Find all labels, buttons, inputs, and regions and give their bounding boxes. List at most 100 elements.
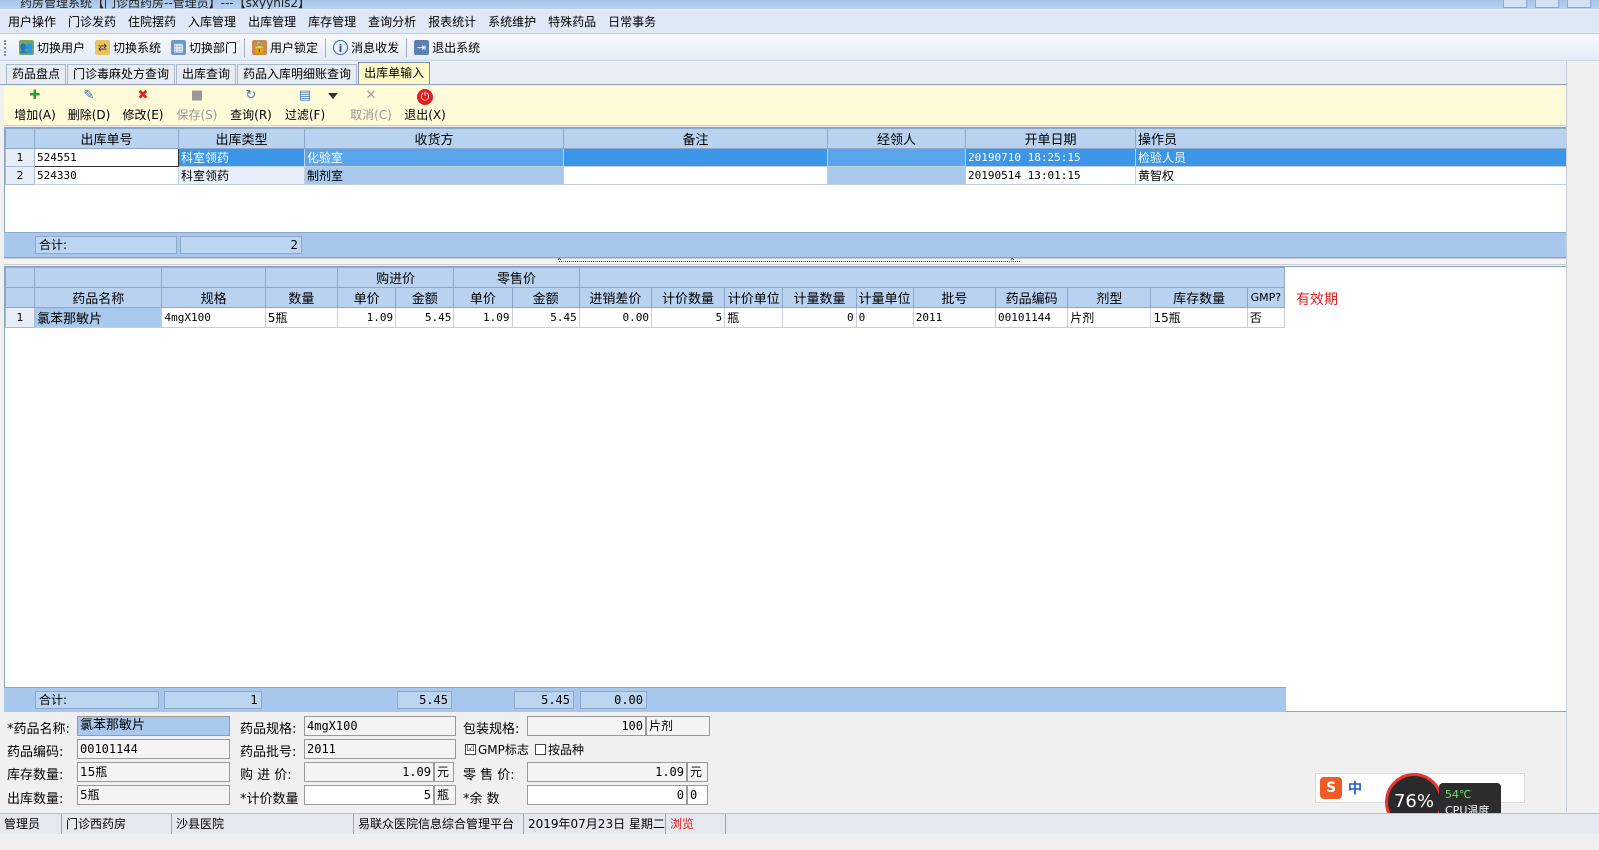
collapse-up-icon[interactable]: ⌃ <box>556 258 563 266</box>
cell-order-no[interactable]: 524330 <box>34 166 179 185</box>
cell-order-no[interactable]: 524551 <box>34 148 179 167</box>
cell-stock-qty[interactable]: 15瓶 <box>1150 307 1248 328</box>
cell-dosage-form[interactable]: 片剂 <box>1067 307 1152 328</box>
col-header-spec[interactable]: 规格 <box>161 287 266 308</box>
col-header-price-qty[interactable]: 计价数量 <box>650 287 726 308</box>
col-header-price-diff[interactable]: 进销差价 <box>578 287 652 308</box>
cell-handler[interactable] <box>827 166 966 185</box>
retail-price-field[interactable]: 1.09 <box>527 762 687 782</box>
filter-button[interactable]: ▤ 过滤(F) <box>278 87 332 123</box>
cell-measure-unit[interactable]: 0 <box>855 307 914 328</box>
switch-department-button[interactable]: ▦ 切换部门 <box>166 39 242 56</box>
col-header-quantity[interactable]: 数量 <box>264 287 338 308</box>
table-row[interactable]: 2 524330 科室领药 制剂室 20190514 13:01:15 黄智权 <box>5 166 1567 185</box>
menu-outpatient-dispense[interactable]: 门诊发药 <box>62 10 122 34</box>
cancel-button[interactable]: ✕ 取消(C) <box>344 87 398 123</box>
drug-name-field[interactable]: 氯苯那敏片 <box>77 716 230 736</box>
toolbar-grip[interactable] <box>4 39 8 56</box>
col-header-dosage-form[interactable]: 剂型 <box>1067 287 1152 308</box>
cell-remark[interactable] <box>563 166 828 185</box>
col-header-purchase-price[interactable]: 单价 <box>336 287 397 308</box>
switch-user-button[interactable]: 👥 切换用户 <box>14 39 90 56</box>
gmp-checkbox[interactable]: ☑ GMP标志 <box>465 741 529 758</box>
cell-retail-amount[interactable]: 5.45 <box>511 307 580 328</box>
cell-price-qty[interactable]: 5 <box>650 307 726 328</box>
cell-out-type[interactable]: 科室领药 <box>178 148 305 167</box>
menu-inpatient-dispense[interactable]: 住院摆药 <box>122 10 182 34</box>
tab-drug-inventory-check[interactable]: 药品盘点 <box>6 64 67 84</box>
menu-special-drugs[interactable]: 特殊药品 <box>542 10 602 34</box>
pack-qty-field[interactable]: 100 <box>527 716 646 736</box>
cell-measure-qty[interactable]: 0 <box>782 307 857 328</box>
menu-stock-out[interactable]: 出库管理 <box>242 10 302 34</box>
edit-button[interactable]: ✖ 修改(E) <box>116 87 170 123</box>
maximize-button[interactable] <box>1535 0 1559 8</box>
menu-daily[interactable]: 日常事务 <box>602 10 662 34</box>
price-qty-field[interactable]: 5 <box>304 785 434 805</box>
col-header-batch[interactable]: 批号 <box>912 287 996 308</box>
batch-field[interactable]: 2011 <box>304 739 456 759</box>
exit-system-button[interactable]: ⇥ 退出系统 <box>409 39 485 56</box>
delete-button[interactable]: ✎ 删除(D) <box>62 87 116 123</box>
col-header-out-type[interactable]: 出库类型 <box>178 128 305 149</box>
cell-quantity[interactable]: 5瓶 <box>264 307 338 328</box>
col-header-drug-name[interactable]: 药品名称 <box>34 287 163 308</box>
ime-mode-label[interactable]: 中 <box>1348 778 1362 798</box>
col-header-retail-amount[interactable]: 金额 <box>511 287 580 308</box>
col-header-gmp[interactable]: GMP? <box>1246 287 1286 308</box>
by-variety-checkbox[interactable]: 按品种 <box>535 741 584 758</box>
col-header-order-no[interactable]: 出库单号 <box>34 128 179 149</box>
tab-stock-out-entry[interactable]: 出库单输入 <box>358 62 431 84</box>
purchase-price-field[interactable]: 1.09 <box>304 762 434 782</box>
col-header-drug-code[interactable]: 药品编码 <box>994 287 1069 308</box>
col-header-measure-qty[interactable]: 计量数量 <box>782 287 857 308</box>
col-header-handler[interactable]: 经领人 <box>827 128 966 149</box>
add-button[interactable]: ✚ 增加(A) <box>8 87 62 123</box>
menu-stock-in[interactable]: 入库管理 <box>182 10 242 34</box>
cell-handler[interactable] <box>827 148 966 167</box>
minimize-button[interactable] <box>1503 0 1527 8</box>
col-header-price-unit[interactable]: 计价单位 <box>724 287 784 308</box>
tab-stock-in-ledger-query[interactable]: 药品入库明细账查询 <box>237 64 358 84</box>
menu-inventory[interactable]: 库存管理 <box>302 10 362 34</box>
cell-spec[interactable]: 4mgX100 <box>161 307 266 328</box>
cell-operator[interactable]: 检验人员 <box>1135 148 1567 167</box>
col-header-stock-qty[interactable]: 库存数量 <box>1150 287 1248 308</box>
cell-receiver[interactable]: 制剂室 <box>304 166 564 185</box>
drug-code-field[interactable]: 00101144 <box>77 739 230 759</box>
col-header-open-date[interactable]: 开单日期 <box>965 128 1136 149</box>
cell-batch[interactable]: 2011 <box>912 307 996 328</box>
messages-button[interactable]: i 消息收发 <box>328 39 404 56</box>
table-row[interactable]: 1 524551 科室领药 化验室 20190710 18:25:15 检验人员 <box>5 148 1567 167</box>
col-header-operator[interactable]: 操作员 <box>1135 128 1567 149</box>
close-button[interactable] <box>1567 0 1591 8</box>
stock-qty-field[interactable]: 15瓶 <box>77 762 230 782</box>
cell-retail-price[interactable]: 1.09 <box>453 307 513 328</box>
cell-gmp[interactable]: 否 <box>1246 307 1286 328</box>
col-header-retail-price[interactable]: 单价 <box>453 287 513 308</box>
col-header-purchase-amount[interactable]: 金额 <box>395 287 455 308</box>
sogou-ime-icon[interactable]: S <box>1320 777 1342 799</box>
query-button[interactable]: ↻ 查询(R) <box>224 87 278 123</box>
cell-price-diff[interactable]: 0.00 <box>578 307 652 328</box>
tab-narcotic-rx-query[interactable]: 门诊毒麻处方查询 <box>67 64 176 84</box>
cell-open-date[interactable]: 20190514 13:01:15 <box>965 166 1136 185</box>
menu-query[interactable]: 查询分析 <box>362 10 422 34</box>
cell-purchase-price[interactable]: 1.09 <box>336 307 397 328</box>
out-qty-field[interactable]: 5瓶 <box>77 785 230 805</box>
spec-field[interactable]: 4mgX100 <box>304 716 456 736</box>
user-lock-button[interactable]: 🔒 用户锁定 <box>247 39 323 56</box>
cell-price-unit[interactable]: 瓶 <box>724 307 784 328</box>
col-header-remark[interactable]: 备注 <box>563 128 828 149</box>
remainder-field[interactable]: 0 <box>527 785 687 805</box>
filter-dropdown-caret[interactable] <box>328 93 338 99</box>
cell-purchase-amount[interactable]: 5.45 <box>395 307 455 328</box>
cell-receiver[interactable]: 化验室 <box>304 148 564 167</box>
cell-drug-code[interactable]: 00101144 <box>994 307 1069 328</box>
col-header-measure-unit[interactable]: 计量单位 <box>855 287 914 308</box>
table-row[interactable]: 1 氯苯那敏片 4mgX100 5瓶 1.09 5.45 1.09 5.45 0… <box>4 307 1286 328</box>
price-unit-field[interactable]: 瓶 <box>434 785 456 805</box>
switch-system-button[interactable]: ⇄ 切换系统 <box>90 39 166 56</box>
cell-open-date[interactable]: 20190710 18:25:15 <box>965 148 1136 167</box>
remainder-unit-field[interactable]: 0 <box>687 785 708 805</box>
